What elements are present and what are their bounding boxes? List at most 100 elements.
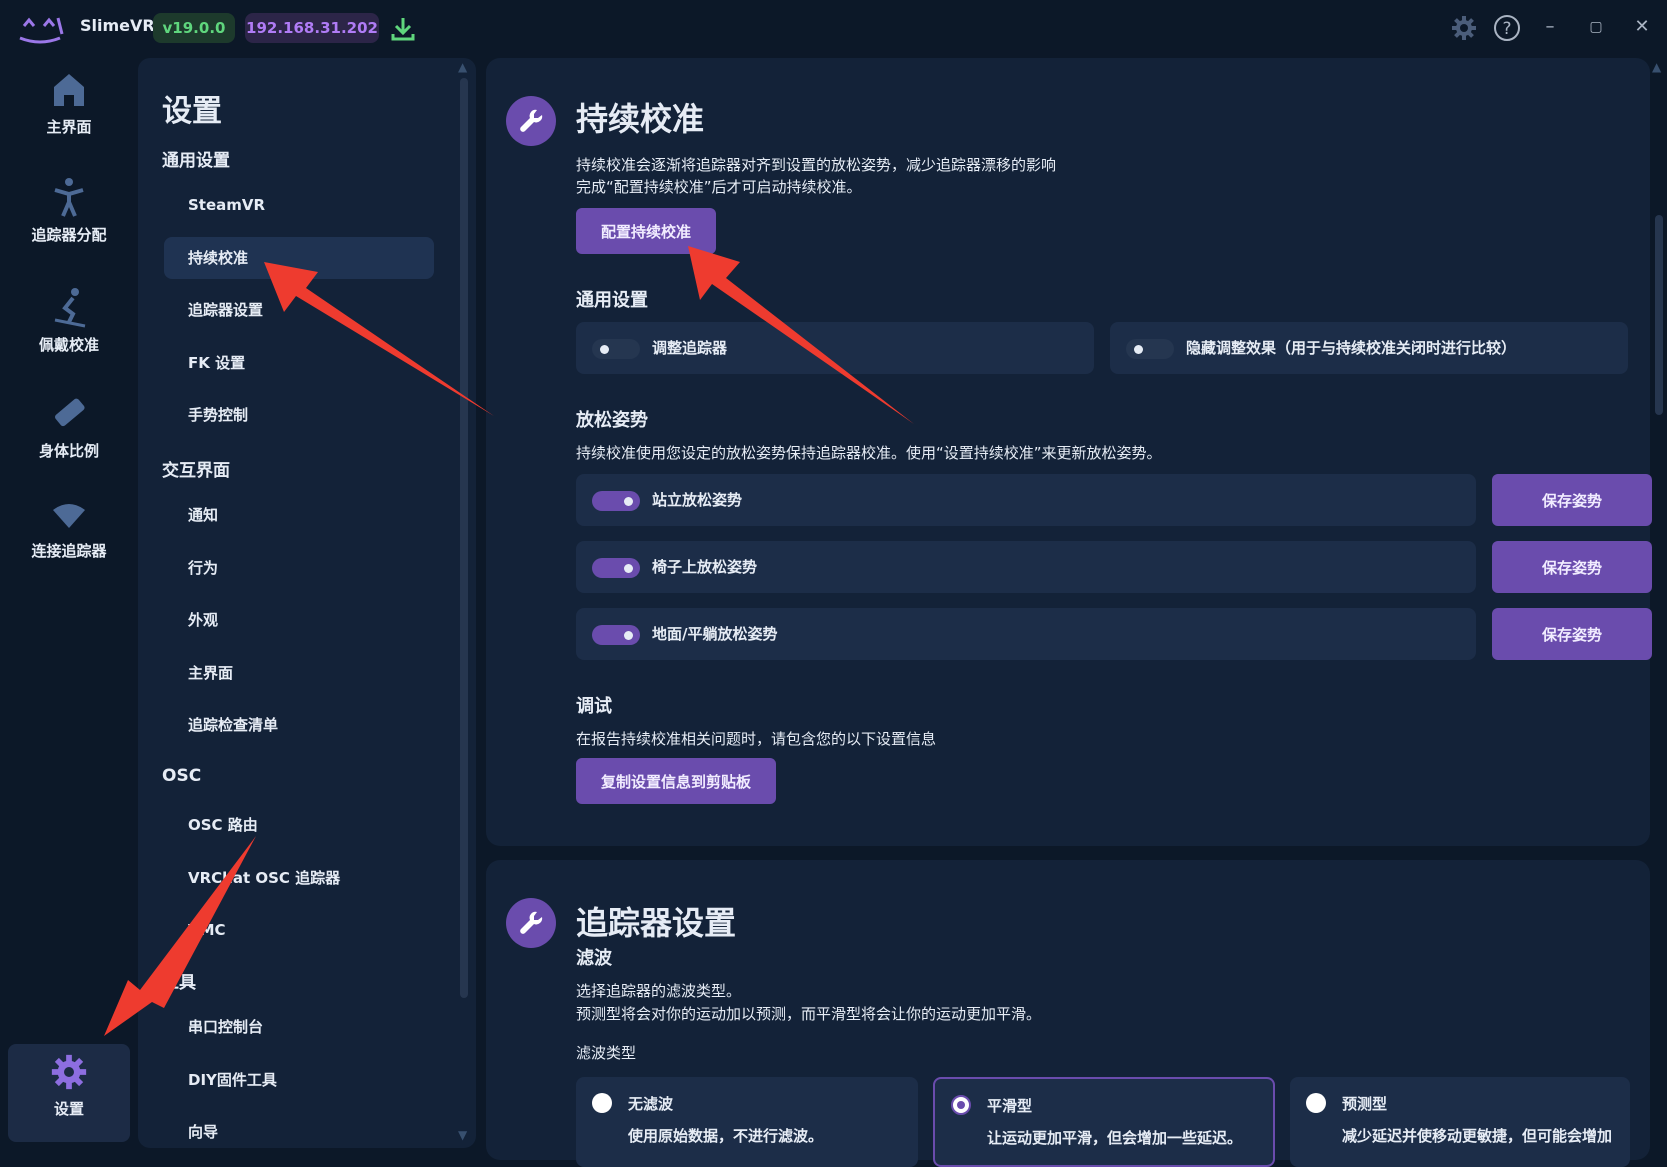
title-bar: SlimeVR v19.0.0 192.168.31.202 ? – ▢ ✕ [0,0,1667,56]
svg-text:?: ? [1502,19,1511,39]
menu-item-diy-firmware-tool[interactable]: DIY固件工具 [164,1059,434,1101]
menu-section-interface: 交互界面 [162,461,230,481]
maximize-icon[interactable]: ▢ [1584,15,1608,39]
menu-section-general: 通用设置 [162,151,230,171]
radio-button[interactable] [592,1093,612,1113]
help-icon[interactable]: ? [1492,13,1522,43]
standing-pose-toggle[interactable] [592,491,640,511]
menu-section-tools: 工具 [162,973,196,993]
lying-pose-toggle[interactable] [592,625,640,645]
continuous-calibration-card: 持续校准 持续校准会逐渐将追踪器对齐到设置的放松姿势，减少追踪器漂移的影响 完成… [486,58,1652,846]
menu-scrollbar[interactable] [460,78,468,998]
sub-heading: 放松姿势 [576,410,648,431]
content-scrollbar[interactable] [1655,215,1663,415]
menu-item-gesture-control[interactable]: 手势控制 [164,394,434,436]
gear-icon[interactable] [1450,14,1478,42]
menu-item-steamvr[interactable]: SteamVR [164,184,434,226]
sub-heading: 滤波 [576,948,612,969]
filter-option-prediction[interactable]: 预测型 减少延迟并使移动更敏捷，但可能会增加 [1290,1077,1630,1167]
sub-heading: 调试 [576,696,612,717]
save-pose-button[interactable]: 保存姿势 [1492,474,1652,526]
option-desc: 减少延迟并使移动更敏捷，但可能会增加 [1342,1127,1613,1145]
radio-button[interactable] [1306,1093,1326,1113]
configure-calibration-button[interactable]: 配置持续校准 [576,208,716,254]
nav-mounting-calibration[interactable]: 佩戴校准 [8,278,130,382]
home-icon [54,74,84,106]
download-icon[interactable] [388,14,418,44]
ip-badge[interactable]: 192.168.31.202 [245,13,379,43]
toggle-label: 隐藏调整效果（用于与持续校准关闭时进行比较） [1186,339,1517,357]
description: 预测型将会对你的运动加以预测，而平滑型将会让你的运动更加平滑。 [576,1005,1042,1023]
settings-menu: 设置 ▲ ▼ 通用设置 SteamVR 持续校准 追踪器设置 FK 设置 手势控… [138,58,476,1148]
menu-item-wizard[interactable]: 向导 [164,1111,434,1148]
toggle-label: 调整追踪器 [652,339,728,357]
nav-label: 主界面 [46,118,92,136]
scroll-down-icon[interactable]: ▼ [458,1128,467,1142]
left-nav: 主界面 追踪器分配 佩戴校准 身体比例 连接追踪器 设置 [0,56,138,1153]
gear-icon [51,1054,87,1090]
menu-item-notifications[interactable]: 通知 [164,494,434,536]
option-title: 无滤波 [628,1095,674,1113]
nav-home[interactable]: 主界面 [8,62,130,166]
wrench-icon [506,898,556,948]
app-name: SlimeVR [80,16,155,35]
slimevr-logo [19,17,64,44]
adjust-trackers-toggle[interactable] [592,339,640,359]
menu-title: 设置 [162,94,222,129]
menu-item-serial-console[interactable]: 串口控制台 [164,1006,434,1048]
filter-type-label: 滤波类型 [576,1044,637,1062]
close-icon[interactable]: ✕ [1630,15,1654,39]
ruler-icon [55,398,85,427]
filter-option-smoothing[interactable]: 平滑型 让运动更加平滑，但会增加一些延迟。 [933,1077,1275,1167]
menu-section-osc: OSC [162,766,202,786]
menu-item-vrchat-osc-trackers[interactable]: VRChat OSC 追踪器 [164,857,434,899]
description: 在报告持续校准相关问题时，请包含您的以下设置信息 [576,730,937,748]
menu-item-appearance[interactable]: 外观 [164,599,434,641]
menu-item-tracker-settings[interactable]: 追踪器设置 [164,289,434,331]
pose-label: 椅子上放松姿势 [652,558,758,576]
adjust-trackers-row: 调整追踪器 [576,322,1094,374]
nav-tracker-assignment[interactable]: 追踪器分配 [8,168,130,272]
version-badge[interactable]: v19.0.0 [153,13,235,43]
nav-body-proportions[interactable]: 身体比例 [8,384,130,488]
save-pose-button[interactable]: 保存姿势 [1492,541,1652,593]
pose-row: 椅子上放松姿势 [576,541,1476,593]
menu-item-behavior[interactable]: 行为 [164,547,434,589]
wifi-icon [53,504,85,528]
option-title: 平滑型 [987,1097,1033,1115]
option-desc: 使用原始数据，不进行滤波。 [628,1127,824,1145]
save-pose-button[interactable]: 保存姿势 [1492,608,1652,660]
copy-settings-button[interactable]: 复制设置信息到剪贴板 [576,758,776,804]
nav-label: 追踪器分配 [31,226,107,244]
nav-connect-trackers[interactable]: 连接追踪器 [8,484,130,588]
menu-item-continuous-calibration[interactable]: 持续校准 [164,237,434,279]
radio-button[interactable] [951,1095,971,1115]
filter-option-none[interactable]: 无滤波 使用原始数据，不进行滤波。 [576,1077,918,1167]
pose-label: 地面/平躺放松姿势 [652,625,778,643]
pose-row: 地面/平躺放松姿势 [576,608,1476,660]
pose-label: 站立放松姿势 [652,491,743,509]
description: 选择追踪器的滤波类型。 [576,982,742,1000]
description: 持续校准会逐渐将追踪器对齐到设置的放松姿势，减少追踪器漂移的影响 [576,156,1057,174]
nav-settings[interactable]: 设置 [8,1044,130,1142]
sitting-pose-toggle[interactable] [592,558,640,578]
person-icon [54,178,84,217]
section-title: 持续校准 [576,100,705,138]
menu-item-vmc[interactable]: VMC [164,909,434,951]
hide-adjustment-toggle[interactable] [1126,339,1174,359]
menu-item-fk-settings[interactable]: FK 设置 [164,342,434,384]
description: 持续校准使用您设定的放松姿势保持追踪器校准。使用“设置持续校准”来更新放松姿势。 [576,444,1162,462]
description: 完成“配置持续校准”后才可启动持续校准。 [576,178,862,196]
wrench-icon [506,96,556,146]
scroll-up-icon[interactable]: ▲ [1652,60,1661,74]
menu-item-home[interactable]: 主界面 [164,652,434,694]
sub-heading: 通用设置 [576,290,648,311]
nav-label: 设置 [53,1100,84,1118]
scroll-up-icon[interactable]: ▲ [458,60,467,74]
nav-label: 连接追踪器 [31,542,107,560]
minimize-icon[interactable]: – [1538,15,1562,39]
hide-adjustment-row: 隐藏调整效果（用于与持续校准关闭时进行比较） [1110,322,1628,374]
menu-item-tracking-checklist[interactable]: 追踪检查清单 [164,704,434,746]
menu-item-osc-router[interactable]: OSC 路由 [164,804,434,846]
option-desc: 让运动更加平滑，但会增加一些延迟。 [987,1129,1243,1147]
